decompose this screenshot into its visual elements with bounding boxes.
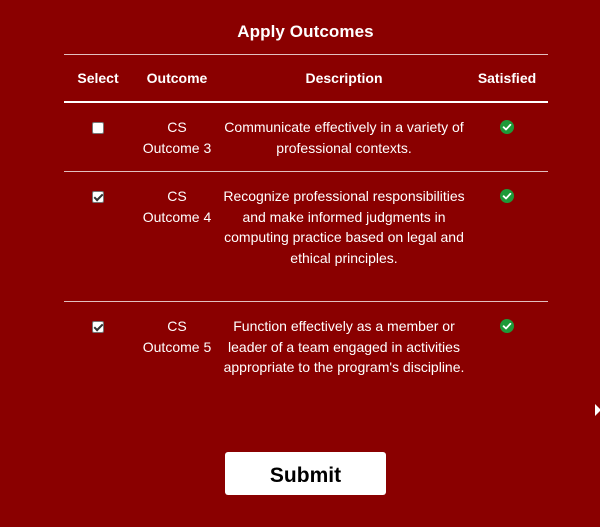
table-row: CS Outcome 5 Function effectively as a m… [64, 302, 548, 410]
header-satisfied: Satisfied [477, 70, 537, 86]
outcome-cell: CS Outcome 4 [142, 188, 212, 225]
header-outcome: Outcome [146, 70, 208, 86]
table-header-row: Select Outcome Description Satisfied [64, 55, 548, 101]
description-cell: Communicate effectively in a variety of … [224, 119, 464, 156]
description-cell: Function effectively as a member or lead… [223, 318, 465, 376]
page-title: Apply Outcomes [237, 22, 374, 41]
check-circle-icon [500, 120, 514, 134]
outcome-cell: CS Outcome 5 [142, 318, 212, 355]
satisfied-cell [466, 117, 548, 141]
submit-button[interactable]: Submit [225, 452, 386, 495]
header-select: Select [77, 70, 119, 86]
header-description: Description [305, 70, 383, 86]
check-circle-icon [500, 319, 514, 333]
check-circle-icon [500, 189, 514, 203]
satisfied-cell [466, 316, 548, 340]
select-checkbox[interactable] [92, 122, 104, 134]
satisfied-cell [466, 186, 548, 210]
table-row: CS Outcome 3 Communicate effectively in … [64, 103, 548, 171]
outcomes-table: Select Outcome Description Satisfied CS … [64, 54, 548, 410]
table-row: CS Outcome 4 Recognize professional resp… [64, 172, 548, 301]
select-checkbox[interactable] [92, 321, 104, 333]
select-checkbox[interactable] [92, 191, 104, 203]
arrow-right-icon [595, 404, 600, 416]
description-cell: Recognize professional responsibilities … [223, 188, 465, 266]
outcome-cell: CS Outcome 3 [142, 119, 212, 156]
